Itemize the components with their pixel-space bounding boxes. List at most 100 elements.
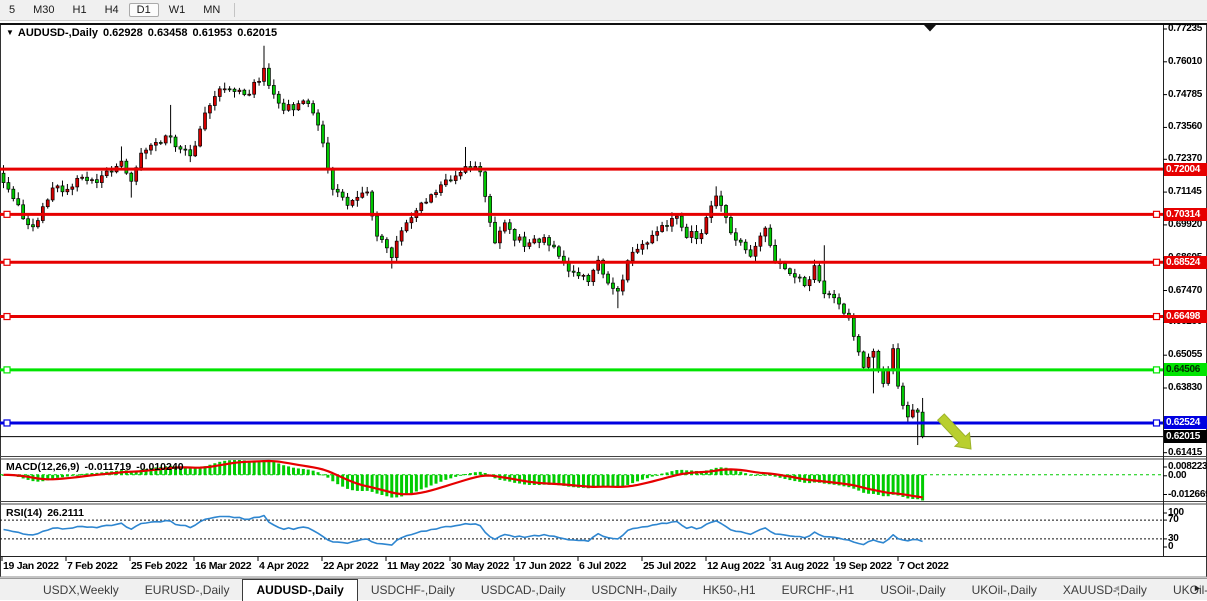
timeframe-button-h1[interactable]: H1 [65, 3, 95, 17]
hline-handle-left[interactable] [4, 314, 10, 320]
hline-handle-right[interactable] [1154, 211, 1160, 217]
candle-body [494, 222, 497, 243]
hline-handle-right[interactable] [1154, 420, 1160, 426]
candle-body [149, 145, 152, 150]
macd-bar [435, 475, 438, 484]
macd-bar [277, 463, 280, 474]
macd-bar [385, 475, 388, 496]
tab-usoil-daily[interactable]: USOil-,Daily [867, 580, 958, 600]
candle-body [833, 294, 836, 297]
tabbar-scroll-right-icon[interactable]: ► [1193, 583, 1202, 593]
candle-body [208, 105, 211, 112]
candle-body [189, 150, 192, 156]
candle-body [611, 283, 614, 288]
candle-body [489, 196, 492, 222]
macd-bar [81, 474, 84, 475]
date-label: 19 Sep 2022 [835, 560, 892, 572]
candle-body [430, 195, 433, 202]
candle-body [670, 218, 673, 226]
tab-hk50-h1[interactable]: HK50-,H1 [690, 580, 769, 600]
macd-bar [857, 475, 860, 491]
hline-handle-left[interactable] [4, 420, 10, 426]
candle-body [877, 351, 880, 369]
candle-body [390, 248, 393, 258]
price-badge-0.72004: 0.72004 [1164, 163, 1207, 176]
candle-body [36, 221, 39, 227]
candle-body [444, 180, 447, 185]
drawn-arrow-object[interactable] [938, 414, 971, 449]
macd-bar [346, 475, 349, 489]
candle-body [528, 243, 531, 247]
macd-bar [267, 461, 270, 475]
candle-body [852, 318, 855, 337]
candle-body [872, 351, 875, 357]
macd-bar [862, 475, 865, 493]
tab-usdcad-daily[interactable]: USDCAD-,Daily [468, 580, 579, 600]
hline-handle-right[interactable] [1154, 314, 1160, 320]
candle-body [842, 304, 845, 313]
timeframe-button-d1[interactable]: D1 [129, 3, 159, 17]
tab-usdx-weekly[interactable]: USDX,Weekly [30, 580, 132, 600]
date-label: 16 Mar 2022 [195, 560, 251, 572]
macd-bar [661, 474, 664, 475]
tab-usdcnh-daily[interactable]: USDCNH-,Daily [579, 580, 690, 600]
toolbar-separator [234, 3, 235, 17]
macd-bar [317, 472, 320, 475]
macd-bar [425, 475, 428, 488]
price-axis-tick: 0.63830 [1168, 382, 1207, 394]
tab-xauusd-daily[interactable]: XAUUSD-,Daily [1050, 580, 1160, 600]
candle-body [420, 203, 423, 211]
candle-body [720, 196, 723, 205]
macd-bar [464, 474, 467, 475]
candle-body [312, 104, 315, 113]
chart-window-left-border [0, 25, 1, 577]
macd-bar [641, 475, 644, 480]
timeframe-button-5[interactable]: 5 [1, 3, 23, 17]
hline-handle-left[interactable] [4, 211, 10, 217]
macd-bar [376, 475, 379, 494]
timeframe-button-h4[interactable]: H4 [97, 3, 127, 17]
macd-bar [670, 471, 673, 475]
price-axis-tick: 0.74785 [1168, 89, 1207, 101]
tab-usdchf-daily[interactable]: USDCHF-,Daily [358, 580, 468, 600]
macd-bar [607, 475, 610, 487]
hline-handle-left[interactable] [4, 367, 10, 373]
candle-body [666, 225, 669, 226]
date-label: 4 Apr 2022 [259, 560, 309, 572]
candle-body [179, 147, 182, 149]
chart-canvas [0, 0, 1207, 600]
candle-body [744, 242, 747, 250]
candle-body [783, 264, 786, 269]
macd-bar [366, 475, 369, 491]
candle-body [484, 172, 487, 197]
candle-body [125, 161, 128, 173]
tab-ukoil-daily[interactable]: UKOil-,Daily [959, 580, 1050, 600]
candle-body [71, 187, 74, 189]
macd-bar [410, 475, 413, 494]
candle-body [818, 266, 821, 281]
candle-body [105, 171, 108, 176]
hline-handle-right[interactable] [1154, 259, 1160, 265]
macd-bar [479, 472, 482, 475]
hline-handle-left[interactable] [4, 259, 10, 265]
candle-body [395, 241, 398, 257]
candle-body [705, 218, 708, 234]
candle-body [808, 280, 811, 286]
macd-bar [739, 472, 742, 475]
macd-bar [749, 475, 752, 476]
timeframe-button-mn[interactable]: MN [195, 3, 228, 17]
candle-body [277, 94, 280, 103]
chart-dropdown-icon[interactable]: ▼ [6, 28, 14, 37]
timeframe-button-m30[interactable]: M30 [25, 3, 62, 17]
hline-handle-right[interactable] [1154, 367, 1160, 373]
macd-bar [361, 475, 364, 491]
macd-bar [390, 475, 393, 498]
timeframe-button-w1[interactable]: W1 [161, 3, 194, 17]
tab-audusd-daily[interactable]: AUDUSD-,Daily [242, 579, 357, 601]
candle-body [572, 271, 575, 272]
macd-bar [439, 475, 442, 482]
tab-eurchf-h1[interactable]: EURCHF-,H1 [769, 580, 868, 600]
candle-body [385, 240, 388, 248]
tab-eurusd-daily[interactable]: EURUSD-,Daily [132, 580, 243, 600]
tabbar-scroll-left-icon[interactable]: ◄ [1112, 583, 1121, 593]
